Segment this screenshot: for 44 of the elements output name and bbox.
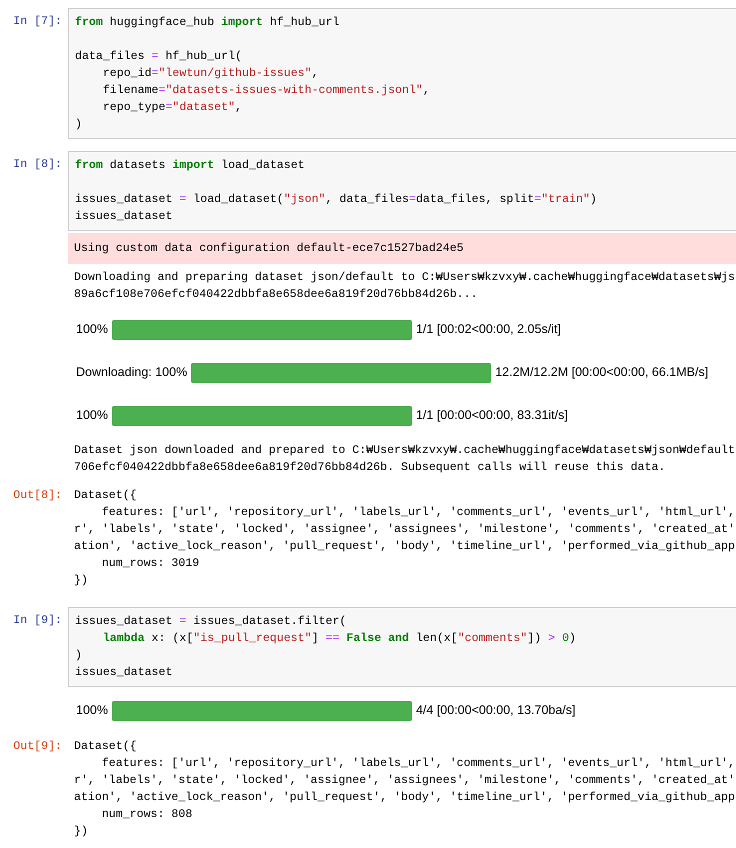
code-line: repo_type="dataset", <box>102 100 244 116</box>
stderr-output: Using custom data configuration default-ece7c1527bad24e5 <box>68 233 736 264</box>
code-line: filename="datasets-issues-with-comments.jsonl", <box>102 83 431 99</box>
output-prompt: Out[9]: <box>13 739 62 755</box>
code-line: issues_dataset = load_dataset("json", data_files=data_files, split="train") <box>75 192 598 208</box>
progress-label: 100% <box>76 321 108 338</box>
code-line: lambda x: (x["is_pull_request"] == False and len(x["comments"]) > 0) <box>102 631 577 647</box>
code-cell[interactable]: from datasets import load_dataset issues_dataset = load_dataset("json", data_files=data_files, split="train") issues_dataset <box>68 151 736 231</box>
code-line: from huggingface_hub import hf_hub_url <box>75 15 340 31</box>
code-line: from datasets import load_dataset <box>75 158 306 174</box>
code-line: ) <box>75 648 83 664</box>
output-line: Dataset({ <box>74 739 138 755</box>
code-line: issues_dataset <box>75 209 174 225</box>
output-line: }) <box>74 573 89 589</box>
progress-reading: 1/1 [00:02<00:00, 2.05s/it] <box>416 321 561 338</box>
code-line: ) <box>75 117 83 133</box>
code-cell[interactable]: from huggingface_hub import hf_hub_url data_files = hf_hub_url( repo_id="lewtun/github-issues", filename="datasets-issues-with-comments.jsonl", repo_type="dataset", ) <box>68 8 736 139</box>
progress-reading: 1/1 [00:00<00:00, 83.31it/s] <box>416 407 568 424</box>
input-prompt: In [7]: <box>13 14 62 30</box>
progress-reading: 12.2M/12.2M [00:00<00:00, 66.1MB/s] <box>495 364 708 382</box>
code-line: issues_dataset = issues_dataset.filter( <box>75 614 348 630</box>
input-prompt: In [8]: <box>13 157 62 173</box>
output-line: Dataset({ <box>74 488 138 504</box>
output-line: num_rows: 3019 <box>100 556 200 572</box>
output-line: ation', 'active_lock_reason', 'pull_request', 'body', 'timeline_url', 'performed_via_github_app <box>74 539 735 555</box>
code-line: repo_id="lewtun/github-issues", <box>102 66 320 82</box>
output-line: num_rows: 808 <box>100 807 194 823</box>
output-line: }) <box>74 824 89 840</box>
output-line: 706efcf040422dbbfa8e658dee6a819f20d76bb84d26b. Subsequent calls will reuse this data. <box>74 460 666 476</box>
progress-label: Downloading: 100% <box>76 364 188 382</box>
output-line: r', 'labels', 'state', 'locked', 'assignee', 'assignees', 'milestone', 'comments', 'created_at' <box>74 773 735 789</box>
output-prompt: Out[8]: <box>13 488 62 504</box>
output-line: 89a6cf108e706efcf040422dbbfa8e658dee6a819f20d76bb84d26b... <box>74 287 479 303</box>
output-line: ation', 'active_lock_reason', 'pull_request', 'body', 'timeline_url', 'performed_via_github_app <box>74 790 735 806</box>
progress-label: 100% <box>76 702 108 720</box>
progress-label: 100% <box>76 407 108 424</box>
output-line: r', 'labels', 'state', 'locked', 'assignee', 'assignees', 'milestone', 'comments', 'created_at' <box>74 522 735 538</box>
input-prompt: In [9]: <box>13 613 62 629</box>
output-line: features: ['url', 'repository_url', 'labels_url', 'comments_url', 'events_url', 'html_url', <box>100 505 735 521</box>
code-line: data_files = hf_hub_url( <box>75 49 243 65</box>
code-cell[interactable]: issues_dataset = issues_dataset.filter( lambda x: (x["is_pull_request"] == False and len(x["comments"]) > 0) ) issues_dataset <box>68 607 736 687</box>
progress-reading: 4/4 [00:00<00:00, 13.70ba/s] <box>416 702 576 720</box>
code-line: issues_dataset <box>75 665 174 681</box>
output-line: features: ['url', 'repository_url', 'labels_url', 'comments_url', 'events_url', 'html_url', <box>100 756 735 772</box>
